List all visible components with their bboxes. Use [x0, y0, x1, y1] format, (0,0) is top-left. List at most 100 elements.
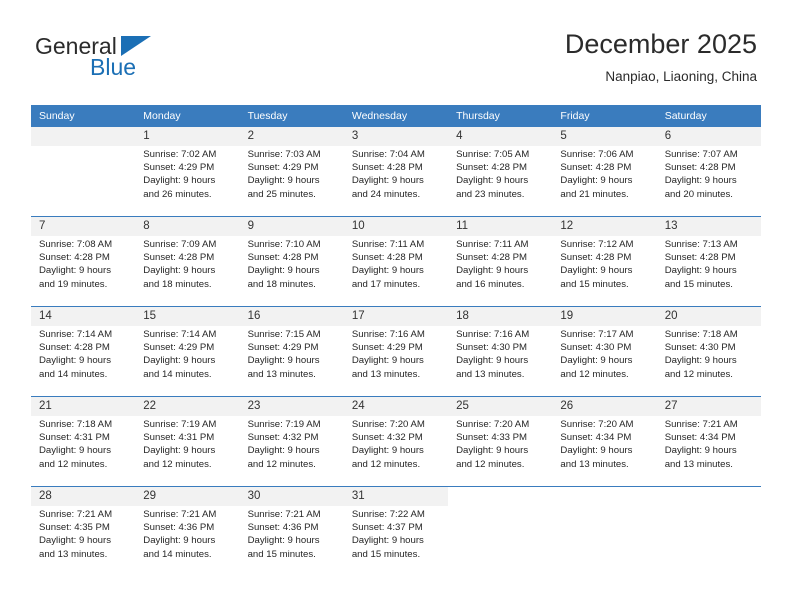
day-details: Sunrise: 7:03 AM Sunset: 4:29 PM Dayligh…	[240, 146, 344, 201]
sunrise-text: Sunrise: 7:12 AM	[560, 239, 634, 250]
day-number	[31, 127, 136, 146]
day-number: 2	[239, 127, 344, 146]
day-cell[interactable]: 30 Sunrise: 7:21 AM Sunset: 4:36 PM Dayl…	[239, 486, 344, 576]
daylight-text-line1: Daylight: 9 hours	[247, 445, 320, 457]
sunrise-text: Sunrise: 7:21 AM	[664, 419, 738, 430]
daylight-text-line1: Daylight: 9 hours	[351, 535, 424, 547]
sunrise-text: Sunrise: 7:19 AM	[143, 419, 217, 430]
day-cell[interactable]: 5 Sunrise: 7:06 AM Sunset: 4:28 PM Dayli…	[552, 127, 657, 217]
day-cell[interactable]: 14 Sunrise: 7:14 AM Sunset: 4:28 PM Dayl…	[31, 306, 136, 397]
sunrise-text: Sunrise: 7:18 AM	[664, 329, 738, 340]
day-cell[interactable]	[656, 486, 761, 576]
daylight-text-line2: and 13 minutes.	[560, 458, 629, 470]
daylight-text-line1: Daylight: 9 hours	[351, 175, 424, 187]
sunset-text: Sunset: 4:36 PM	[143, 522, 215, 534]
day-cell[interactable]: 17 Sunrise: 7:16 AM Sunset: 4:29 PM Dayl…	[343, 306, 449, 397]
day-cell[interactable]: 1 Sunrise: 7:02 AM Sunset: 4:29 PM Dayli…	[135, 127, 240, 217]
day-cell[interactable]: 12 Sunrise: 7:12 AM Sunset: 4:28 PM Dayl…	[552, 216, 657, 307]
day-cell[interactable]: 23 Sunrise: 7:19 AM Sunset: 4:32 PM Dayl…	[239, 396, 344, 487]
day-number: 19	[552, 307, 657, 326]
day-cell[interactable]: 16 Sunrise: 7:15 AM Sunset: 4:29 PM Dayl…	[239, 306, 344, 397]
day-cell-inner: 20 Sunrise: 7:18 AM Sunset: 4:30 PM Dayl…	[656, 307, 761, 396]
sunrise-text: Sunrise: 7:21 AM	[39, 509, 113, 520]
day-cell[interactable]: 31 Sunrise: 7:22 AM Sunset: 4:37 PM Dayl…	[343, 486, 449, 576]
day-cell[interactable]: 8 Sunrise: 7:09 AM Sunset: 4:28 PM Dayli…	[135, 216, 240, 307]
day-number: 25	[448, 397, 553, 416]
day-cell-inner: 22 Sunrise: 7:19 AM Sunset: 4:31 PM Dayl…	[135, 397, 240, 486]
day-details: Sunrise: 7:22 AM Sunset: 4:37 PM Dayligh…	[344, 506, 448, 561]
general-blue-logo[interactable]: General Blue	[35, 33, 265, 89]
sunset-text: Sunset: 4:34 PM	[560, 432, 632, 444]
daylight-text-line2: and 12 minutes.	[247, 458, 316, 470]
daylight-text-line1: Daylight: 9 hours	[39, 445, 111, 457]
calendar-header-row: Sunday Monday Tuesday Wednesday Thursday…	[31, 105, 761, 127]
day-cell[interactable]: 22 Sunrise: 7:19 AM Sunset: 4:31 PM Dayl…	[135, 396, 240, 487]
day-cell[interactable]: 24 Sunrise: 7:20 AM Sunset: 4:32 PM Dayl…	[343, 396, 449, 487]
day-cell[interactable]: 29 Sunrise: 7:21 AM Sunset: 4:36 PM Dayl…	[135, 486, 240, 576]
daylight-text-line2: and 23 minutes.	[456, 188, 525, 200]
daylight-text-line2: and 12 minutes.	[351, 458, 421, 470]
day-cell[interactable]: 13 Sunrise: 7:13 AM Sunset: 4:28 PM Dayl…	[656, 216, 761, 307]
daylight-text-line1: Daylight: 9 hours	[664, 265, 737, 277]
day-cell[interactable]: 10 Sunrise: 7:11 AM Sunset: 4:28 PM Dayl…	[343, 216, 449, 307]
day-cell[interactable]: 4 Sunrise: 7:05 AM Sunset: 4:28 PM Dayli…	[448, 127, 553, 217]
sunset-text: Sunset: 4:35 PM	[39, 522, 110, 534]
day-cell[interactable]: 7 Sunrise: 7:08 AM Sunset: 4:28 PM Dayli…	[31, 216, 136, 307]
day-cell[interactable]: 20 Sunrise: 7:18 AM Sunset: 4:30 PM Dayl…	[656, 306, 761, 397]
day-cell-inner: 31 Sunrise: 7:22 AM Sunset: 4:37 PM Dayl…	[343, 487, 449, 576]
daylight-text-line1: Daylight: 9 hours	[143, 175, 216, 187]
day-cell[interactable]: 28 Sunrise: 7:21 AM Sunset: 4:35 PM Dayl…	[31, 486, 136, 576]
day-number: 28	[31, 487, 136, 506]
daylight-text-line2: and 12 minutes.	[560, 368, 629, 380]
day-number: 13	[656, 217, 761, 236]
day-cell[interactable]: 3 Sunrise: 7:04 AM Sunset: 4:28 PM Dayli…	[343, 127, 449, 217]
daylight-text-line2: and 12 minutes.	[664, 368, 733, 380]
day-cell-inner: 12 Sunrise: 7:12 AM Sunset: 4:28 PM Dayl…	[552, 217, 657, 306]
day-number: 8	[135, 217, 240, 236]
day-cell[interactable]: 26 Sunrise: 7:20 AM Sunset: 4:34 PM Dayl…	[552, 396, 657, 487]
sunset-text: Sunset: 4:30 PM	[664, 342, 736, 354]
sunrise-text: Sunrise: 7:03 AM	[247, 149, 321, 160]
title-block: December 2025 Nanpiao, Liaoning, China	[565, 28, 757, 86]
day-details: Sunrise: 7:12 AM Sunset: 4:28 PM Dayligh…	[552, 236, 656, 291]
day-number: 9	[239, 217, 344, 236]
day-cell[interactable]: 15 Sunrise: 7:14 AM Sunset: 4:29 PM Dayl…	[135, 306, 240, 397]
daylight-text-line1: Daylight: 9 hours	[143, 355, 216, 367]
day-details: Sunrise: 7:13 AM Sunset: 4:28 PM Dayligh…	[657, 236, 761, 291]
day-cell[interactable]: 11 Sunrise: 7:11 AM Sunset: 4:28 PM Dayl…	[448, 216, 553, 307]
day-details: Sunrise: 7:17 AM Sunset: 4:30 PM Dayligh…	[552, 326, 656, 381]
day-cell[interactable]: 2 Sunrise: 7:03 AM Sunset: 4:29 PM Dayli…	[239, 127, 344, 217]
day-cell[interactable]: 19 Sunrise: 7:17 AM Sunset: 4:30 PM Dayl…	[552, 306, 657, 397]
daylight-text-line2: and 16 minutes.	[456, 278, 525, 290]
day-cell[interactable]: 6 Sunrise: 7:07 AM Sunset: 4:28 PM Dayli…	[656, 127, 761, 217]
day-cell-inner: 16 Sunrise: 7:15 AM Sunset: 4:29 PM Dayl…	[239, 307, 344, 396]
daylight-text-line1: Daylight: 9 hours	[560, 175, 633, 187]
day-cell[interactable]	[552, 486, 657, 576]
daylight-text-line1: Daylight: 9 hours	[351, 355, 424, 367]
daylight-text-line1: Daylight: 9 hours	[39, 535, 111, 547]
sunset-text: Sunset: 4:32 PM	[351, 432, 423, 444]
day-cell[interactable]	[31, 127, 136, 217]
day-number: 15	[135, 307, 240, 326]
day-cell[interactable]: 9 Sunrise: 7:10 AM Sunset: 4:28 PM Dayli…	[239, 216, 344, 307]
day-cell[interactable]: 21 Sunrise: 7:18 AM Sunset: 4:31 PM Dayl…	[31, 396, 136, 487]
calendar-week-row: 1 Sunrise: 7:02 AM Sunset: 4:29 PM Dayli…	[31, 127, 761, 217]
sunrise-text: Sunrise: 7:18 AM	[39, 419, 113, 430]
day-cell[interactable]: 25 Sunrise: 7:20 AM Sunset: 4:33 PM Dayl…	[448, 396, 553, 487]
day-cell[interactable]: 27 Sunrise: 7:21 AM Sunset: 4:34 PM Dayl…	[656, 396, 761, 487]
day-details: Sunrise: 7:14 AM Sunset: 4:29 PM Dayligh…	[135, 326, 239, 381]
day-number: 3	[343, 127, 449, 146]
daylight-text-line2: and 15 minutes.	[664, 278, 733, 290]
day-number	[552, 487, 657, 506]
day-details: Sunrise: 7:02 AM Sunset: 4:29 PM Dayligh…	[135, 146, 239, 201]
sunset-text: Sunset: 4:37 PM	[351, 522, 423, 534]
sunset-text: Sunset: 4:33 PM	[456, 432, 528, 444]
sunset-text: Sunset: 4:31 PM	[39, 432, 110, 444]
daylight-text-line1: Daylight: 9 hours	[351, 445, 424, 457]
day-cell-inner: 30 Sunrise: 7:21 AM Sunset: 4:36 PM Dayl…	[239, 487, 344, 576]
sunrise-text: Sunrise: 7:15 AM	[247, 329, 321, 340]
weekday-header-thursday: Thursday	[448, 105, 553, 127]
day-cell[interactable]: 18 Sunrise: 7:16 AM Sunset: 4:30 PM Dayl…	[448, 306, 553, 397]
calendar-week-row: 21 Sunrise: 7:18 AM Sunset: 4:31 PM Dayl…	[31, 396, 761, 487]
day-cell[interactable]	[448, 486, 553, 576]
